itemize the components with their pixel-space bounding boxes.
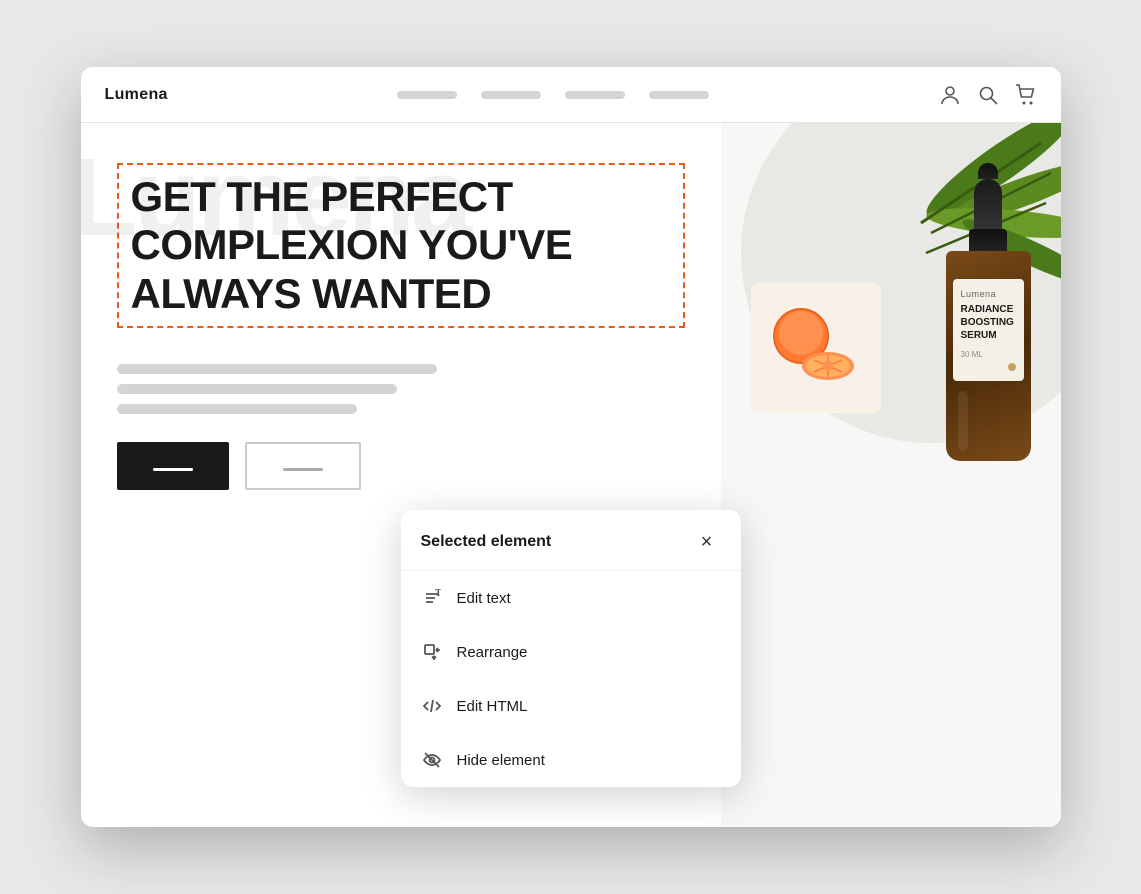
label-size: 30 ML bbox=[961, 350, 1016, 359]
selected-text-element[interactable]: GET THE PERFECT COMPLEXION YOU'VE ALWAYS… bbox=[117, 163, 685, 328]
browser-topbar: Lumena bbox=[81, 67, 1061, 123]
edit-html-label: Edit HTML bbox=[457, 698, 528, 715]
citrus-card bbox=[751, 283, 881, 413]
hero-headline: GET THE PERFECT COMPLEXION YOU'VE ALWAYS… bbox=[131, 173, 671, 318]
context-menu-title: Selected element bbox=[421, 533, 552, 551]
desc-line-3 bbox=[117, 404, 357, 414]
nav-item-2 bbox=[481, 91, 541, 99]
bottle-body: Lumena RADIANCEBOOSTINGSERUM 30 ML bbox=[946, 251, 1031, 461]
bottle-dropper-top bbox=[978, 163, 998, 179]
close-button[interactable]: × bbox=[693, 528, 721, 556]
rearrange-icon bbox=[421, 641, 443, 663]
label-dot bbox=[1008, 363, 1016, 371]
nav-item-3 bbox=[565, 91, 625, 99]
context-menu-header: Selected element × bbox=[401, 510, 741, 571]
description-lines bbox=[117, 364, 685, 414]
hide-element-icon bbox=[421, 749, 443, 771]
nav-item-1 bbox=[397, 91, 457, 99]
cta-buttons bbox=[117, 442, 685, 490]
bottle-shine bbox=[958, 391, 968, 451]
hide-element-label: Hide element bbox=[457, 752, 545, 769]
bottle-dropper-body bbox=[974, 179, 1002, 229]
nav-placeholder bbox=[184, 91, 923, 99]
search-icon[interactable] bbox=[977, 84, 999, 106]
desc-line-1 bbox=[117, 364, 437, 374]
menu-item-hide-element[interactable]: Hide element bbox=[401, 733, 741, 787]
edit-html-icon bbox=[421, 695, 443, 717]
desc-line-2 bbox=[117, 384, 397, 394]
account-icon[interactable] bbox=[939, 84, 961, 106]
serum-bottle: Lumena RADIANCEBOOSTINGSERUM 30 ML bbox=[946, 163, 1031, 461]
browser-window: Lumena bbox=[81, 67, 1061, 827]
citrus-illustration bbox=[766, 298, 866, 398]
context-menu: Selected element × T Edit text bbox=[401, 510, 741, 787]
rearrange-label: Rearrange bbox=[457, 644, 528, 661]
secondary-cta-button[interactable] bbox=[245, 442, 361, 490]
nav-item-4 bbox=[649, 91, 709, 99]
edit-text-icon: T bbox=[421, 587, 443, 609]
svg-text:T: T bbox=[435, 589, 441, 599]
cart-icon[interactable] bbox=[1015, 84, 1037, 106]
brand-logo: Lumena bbox=[105, 86, 168, 104]
primary-cta-button[interactable] bbox=[117, 442, 229, 490]
menu-item-edit-text[interactable]: T Edit text bbox=[401, 571, 741, 625]
menu-item-rearrange[interactable]: Rearrange bbox=[401, 625, 741, 679]
bottle-label: Lumena RADIANCEBOOSTINGSERUM 30 ML bbox=[953, 279, 1024, 381]
label-product-name: RADIANCEBOOSTINGSERUM bbox=[961, 303, 1016, 342]
page-content: Lumena GET THE PERFECT COMPLEXION YOU'VE… bbox=[81, 123, 1061, 827]
product-section: Lumena RADIANCEBOOSTINGSERUM 30 ML bbox=[721, 123, 1061, 827]
label-brand: Lumena bbox=[961, 289, 1016, 299]
bottle-cap bbox=[969, 229, 1007, 251]
menu-item-edit-html[interactable]: Edit HTML bbox=[401, 679, 741, 733]
edit-text-label: Edit text bbox=[457, 590, 511, 607]
header-icons bbox=[939, 84, 1037, 106]
